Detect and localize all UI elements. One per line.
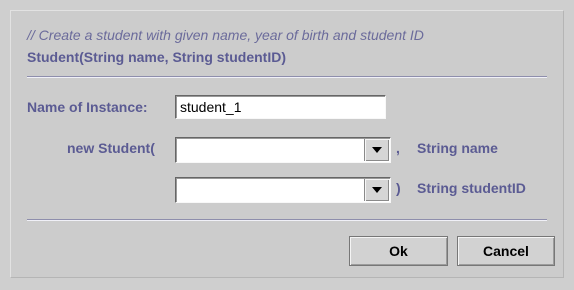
param-studentid-combo[interactable] (175, 177, 391, 203)
param-separator-comma: , (396, 140, 400, 156)
param-studentid-type-label: String studentID (417, 180, 526, 196)
param-name-dropdown-button[interactable] (364, 139, 389, 161)
constructor-call-label: new Student( (67, 140, 155, 156)
ok-button[interactable]: Ok (349, 236, 448, 266)
constructor-signature: Student(String name, String studentID) (27, 49, 286, 65)
instance-name-label: Name of Instance: (27, 99, 148, 115)
instance-name-input[interactable] (175, 95, 386, 119)
param-studentid-dropdown-button[interactable] (364, 179, 389, 201)
param-separator-close-paren: ) (396, 180, 401, 196)
cancel-button[interactable]: Cancel (457, 236, 555, 266)
param-name-type-label: String name (417, 140, 498, 156)
divider-bottom (27, 219, 547, 221)
chevron-down-icon (372, 147, 382, 153)
chevron-down-icon (372, 187, 382, 193)
param-name-combo[interactable] (175, 137, 391, 163)
create-object-dialog: // Create a student with given name, yea… (10, 10, 564, 278)
divider-top (27, 76, 547, 78)
constructor-comment: // Create a student with given name, yea… (27, 27, 424, 43)
